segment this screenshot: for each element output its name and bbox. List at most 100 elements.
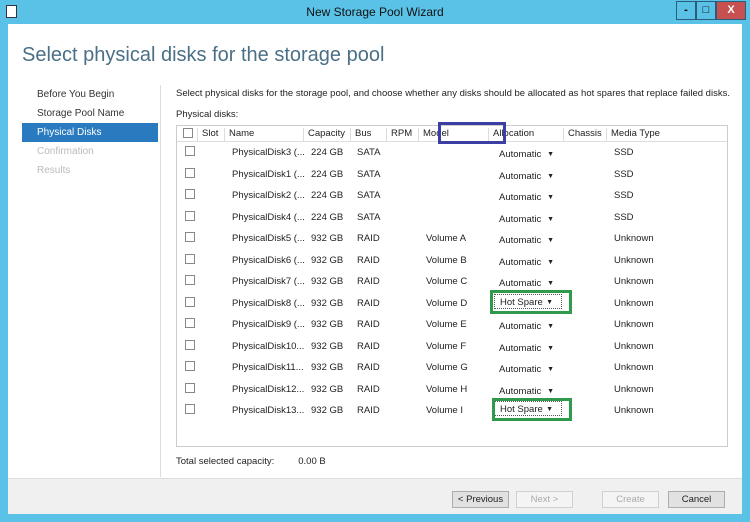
cell-capacity: 932 GB: [311, 362, 344, 373]
create-button[interactable]: Create: [602, 491, 659, 508]
select-all-checkbox[interactable]: [183, 128, 193, 138]
cell-media: Unknown: [614, 276, 654, 287]
cell-capacity: 932 GB: [311, 233, 344, 244]
table-row[interactable]: PhysicalDisk12... 932 GB RAID Volume H Unkno…: [177, 381, 727, 402]
allocation-value: Automatic: [499, 170, 542, 182]
table-row[interactable]: PhysicalDisk8 (... 932 GB RAID Volume D Unkn…: [177, 293, 727, 316]
minimize-button[interactable]: -: [676, 1, 696, 20]
row-checkbox[interactable]: [185, 361, 195, 371]
cell-bus: SATA: [357, 168, 381, 180]
column-header[interactable]: Chassis: [563, 128, 602, 142]
column-header[interactable]: Name: [224, 128, 254, 142]
row-checkbox[interactable]: [185, 210, 195, 221]
next-button[interactable]: Next >: [516, 491, 573, 508]
table-row[interactable]: PhysicalDisk7 (... 932 GB RAID Volume C Unkn…: [177, 273, 727, 294]
allocation-dropdown[interactable]: Automatic ▼: [494, 233, 562, 248]
sidebar-step[interactable]: Physical Disks: [22, 123, 158, 142]
row-checkbox[interactable]: [185, 253, 195, 264]
allocation-value: Automatic: [499, 192, 542, 203]
chevron-down-icon: ▼: [547, 366, 554, 373]
cell-bus: RAID: [357, 340, 380, 352]
cell-capacity: 932 GB: [311, 405, 344, 416]
cell-name: PhysicalDisk12...: [232, 383, 305, 395]
cell-capacity: 932 GB: [311, 340, 344, 352]
allocation-dropdown[interactable]: Automatic ▼: [494, 169, 562, 184]
table-row[interactable]: PhysicalDisk13... 932 GB RAID Volume I Unkno…: [177, 401, 727, 423]
cell-name: PhysicalDisk3 (...: [232, 147, 305, 158]
wizard-steps: Before You Begin Storage Pool Name Physica…: [22, 85, 158, 180]
row-checkbox[interactable]: [185, 339, 195, 350]
wizard-body: Select physical disks for the storage po…: [8, 24, 742, 514]
column-header[interactable]: Media Type: [606, 128, 660, 142]
total-label: Total selected capacity:: [176, 456, 275, 467]
cell-model: Volume H: [426, 383, 468, 395]
table-row[interactable]: PhysicalDisk1 (... 224 GB SATA SSD Automatic…: [177, 166, 727, 187]
maximize-button[interactable]: □: [696, 1, 716, 20]
cell-media: Unknown: [614, 405, 654, 416]
hot-spare-highlight: [490, 290, 572, 314]
table-row[interactable]: PhysicalDisk10... 932 GB RAID Volume F Unkno…: [177, 338, 727, 359]
cell-name: PhysicalDisk5 (...: [232, 233, 305, 244]
row-checkbox[interactable]: [185, 189, 195, 199]
chevron-down-icon: ▼: [547, 344, 554, 352]
allocation-dropdown[interactable]: Automatic ▼: [494, 190, 562, 205]
chevron-down-icon: ▼: [547, 280, 554, 287]
row-checkbox[interactable]: [185, 296, 195, 307]
column-header[interactable]: Capacity: [303, 128, 345, 142]
total-value: 0.00 B: [298, 456, 326, 467]
cell-media: Unknown: [614, 362, 654, 373]
table-row[interactable]: PhysicalDisk9 (... 932 GB RAID Volume E Unkn…: [177, 316, 727, 337]
column-header[interactable]: Slot: [197, 128, 218, 142]
cell-name: PhysicalDisk6 (...: [232, 254, 305, 266]
allocation-dropdown[interactable]: Automatic ▼: [494, 147, 562, 162]
cell-capacity: 932 GB: [311, 276, 344, 287]
column-header[interactable]: Bus: [350, 128, 371, 142]
cell-model: Volume G: [426, 362, 468, 373]
chevron-down-icon: ▼: [547, 323, 554, 330]
table-row[interactable]: PhysicalDisk4 (... 224 GB SATA SSD Automatic…: [177, 209, 727, 230]
divider: [160, 85, 161, 477]
table-row[interactable]: PhysicalDisk11... 932 GB RAID Volume G Unkno…: [177, 359, 727, 380]
cell-name: PhysicalDisk7 (...: [232, 276, 305, 287]
allocation-value: Automatic: [499, 213, 542, 225]
row-checkbox[interactable]: [185, 382, 195, 393]
sidebar-step[interactable]: Before You Begin: [22, 85, 158, 104]
allocation-dropdown[interactable]: Automatic ▼: [494, 255, 562, 270]
previous-button[interactable]: < Previous: [452, 491, 509, 508]
table-row[interactable]: PhysicalDisk6 (... 932 GB RAID Volume B Unkn…: [177, 252, 727, 273]
row-checkbox[interactable]: [185, 167, 195, 178]
description: Select physical disks for the storage po…: [176, 88, 730, 99]
row-checkbox[interactable]: [185, 404, 195, 414]
cell-capacity: 932 GB: [311, 254, 344, 266]
allocation-dropdown[interactable]: Automatic ▼: [494, 362, 562, 377]
table-row[interactable]: PhysicalDisk3 (... 224 GB SATA SSD Automatic…: [177, 144, 727, 165]
row-checkbox[interactable]: [185, 232, 195, 242]
chevron-down-icon: ▼: [547, 215, 554, 223]
allocation-dropdown[interactable]: Automatic ▼: [494, 384, 562, 399]
cell-bus: RAID: [357, 254, 380, 266]
sidebar-step[interactable]: Storage Pool Name: [22, 104, 158, 123]
cancel-button[interactable]: Cancel: [668, 491, 725, 508]
column-header[interactable]: RPM: [386, 128, 412, 142]
row-checkbox[interactable]: [185, 146, 195, 156]
close-button[interactable]: X: [716, 1, 746, 20]
cell-model: Volume D: [426, 297, 468, 309]
media-type-highlight: [438, 122, 506, 144]
allocation-dropdown[interactable]: Automatic ▼: [494, 212, 562, 227]
table-row[interactable]: PhysicalDisk5 (... 932 GB RAID Volume A Unkn…: [177, 230, 727, 251]
table-row[interactable]: PhysicalDisk2 (... 224 GB SATA SSD Automatic…: [177, 187, 727, 208]
cell-capacity: 224 GB: [311, 190, 344, 201]
cell-model: Volume C: [426, 276, 468, 287]
allocation-value: Automatic: [499, 342, 542, 354]
allocation-dropdown[interactable]: Automatic ▼: [494, 341, 562, 356]
allocation-dropdown[interactable]: Automatic ▼: [494, 276, 562, 291]
allocation-value: Automatic: [499, 278, 542, 289]
row-checkbox[interactable]: [185, 318, 195, 328]
row-checkbox[interactable]: [185, 275, 195, 285]
cell-bus: SATA: [357, 190, 381, 201]
cell-bus: RAID: [357, 383, 380, 395]
allocation-dropdown[interactable]: Automatic ▼: [494, 319, 562, 334]
cell-name: PhysicalDisk9 (...: [232, 319, 305, 330]
cell-name: PhysicalDisk2 (...: [232, 190, 305, 201]
cell-media: Unknown: [614, 297, 654, 309]
